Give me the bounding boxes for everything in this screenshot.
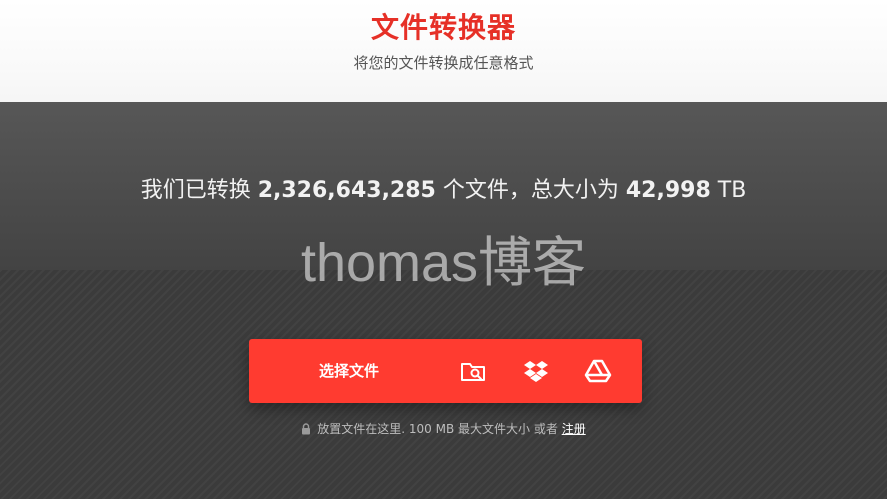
page-title: 文件转换器: [370, 11, 516, 44]
watermark-text: thomas博客: [300, 233, 587, 293]
stats-middle: 个文件，总大小为: [442, 178, 619, 203]
upload-bar: 选择文件: [249, 339, 642, 403]
stats-file-count: 2,326,643,285: [257, 178, 436, 203]
stats-unit: TB: [717, 178, 747, 203]
stats-prefix: 我们已转换: [140, 178, 251, 203]
upload-note-text: 放置文件在这里. 100 MB 最大文件大小 或者: [317, 422, 558, 436]
folder-search-icon[interactable]: [459, 357, 487, 385]
hero-section: 我们已转换 2,326,643,285 个文件，总大小为 42,998 TB t…: [0, 102, 887, 499]
stats-total-size: 42,998: [625, 178, 711, 203]
choose-files-button[interactable]: 选择文件: [249, 339, 449, 403]
conversion-stats: 我们已转换 2,326,643,285 个文件，总大小为 42,998 TB: [0, 172, 887, 204]
register-link[interactable]: 注册: [562, 422, 586, 436]
upload-note: 放置文件在这里. 100 MB 最大文件大小 或者 注册: [0, 420, 887, 438]
dropbox-icon[interactable]: [522, 357, 550, 385]
page-header: 文件转换器 将您的文件转换成任意格式: [0, 0, 887, 102]
page-subtitle: 将您的文件转换成任意格式: [353, 54, 534, 72]
google-drive-icon[interactable]: [584, 357, 612, 385]
lock-icon: [301, 423, 311, 438]
